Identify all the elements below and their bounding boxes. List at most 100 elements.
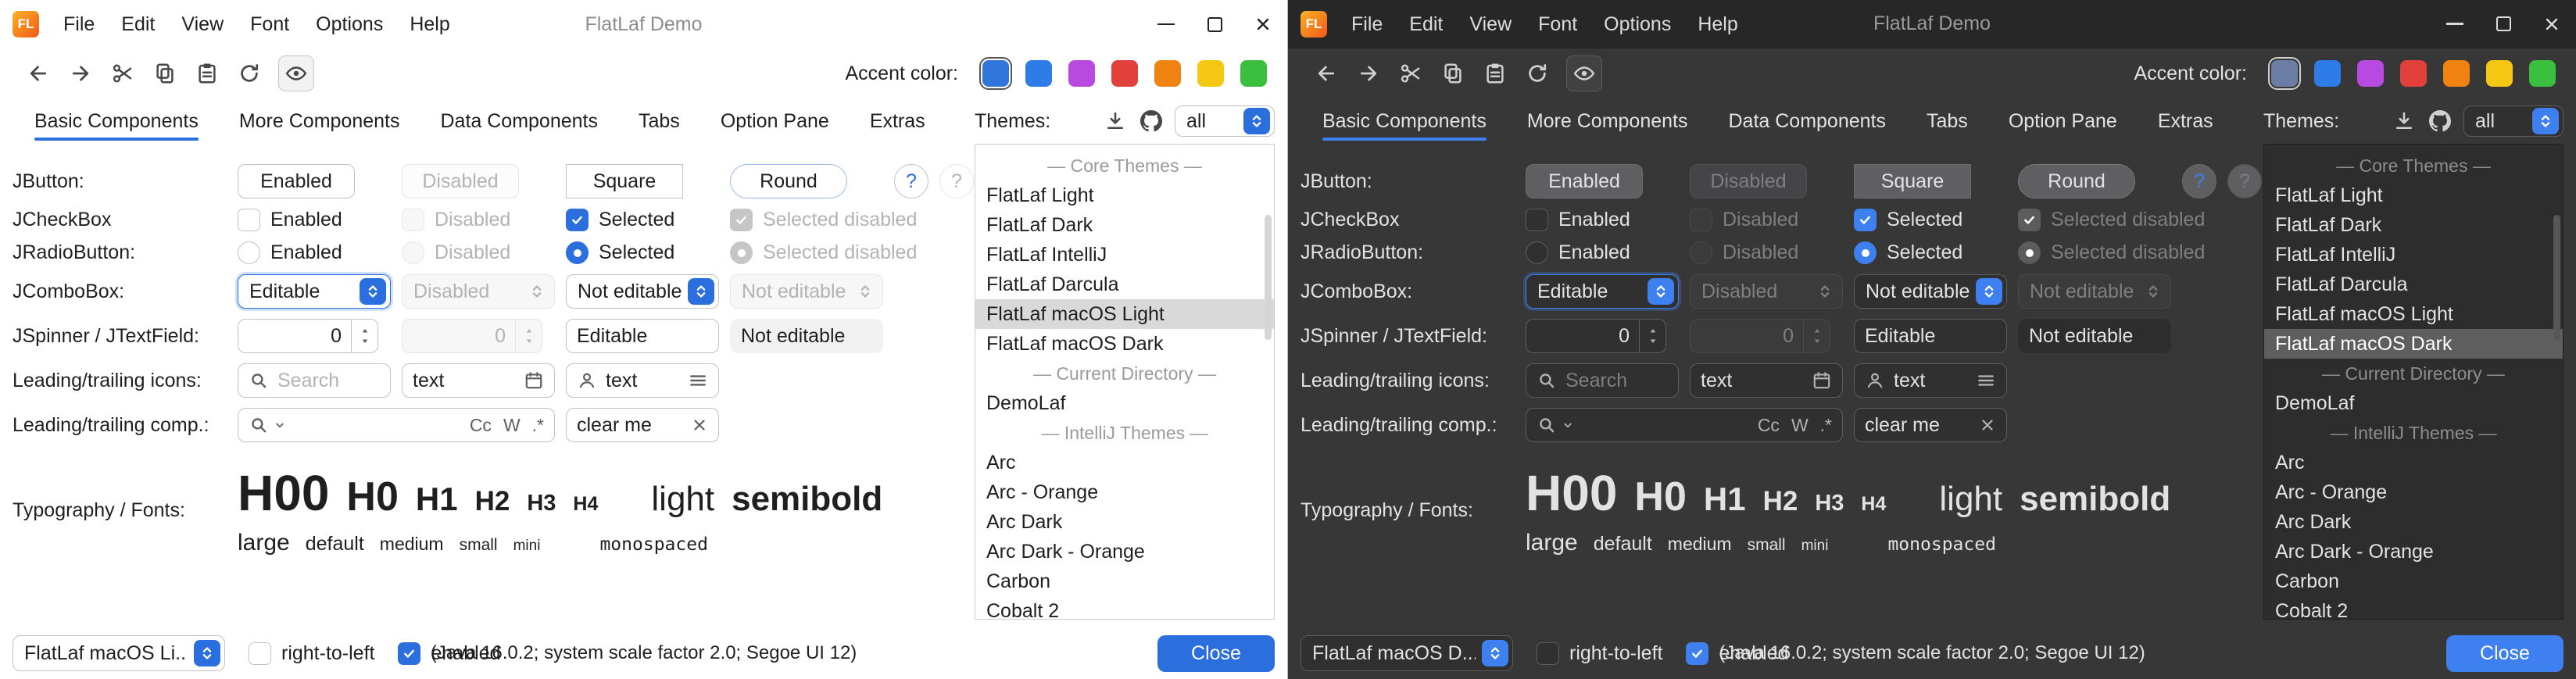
paste-button[interactable] — [1477, 55, 1513, 91]
theme-list-item[interactable]: FlatLaf macOS Light — [2264, 299, 2563, 329]
close-window-button[interactable] — [2528, 0, 2576, 48]
radio-enabled[interactable] — [1526, 241, 1548, 264]
square-button[interactable]: Square — [1854, 164, 1971, 198]
theme-filter-combobox[interactable]: all — [1175, 105, 1275, 137]
theme-list-item[interactable]: FlatLaf Dark — [2264, 210, 2563, 240]
minimize-button[interactable] — [1142, 0, 1190, 48]
search-input[interactable]: Search — [238, 363, 391, 398]
accent-swatch-green[interactable] — [2529, 60, 2556, 87]
themes-scrollbar-thumb[interactable] — [1265, 215, 1272, 340]
right-to-left-checkbox[interactable] — [249, 642, 271, 665]
back-button[interactable] — [1308, 55, 1344, 91]
spinner-arrows[interactable] — [351, 320, 377, 352]
accent-swatch-orange[interactable] — [2443, 60, 2470, 87]
editable-combobox[interactable]: Editable — [1526, 274, 1679, 309]
menu-options[interactable]: Options — [302, 0, 396, 48]
github-button[interactable] — [2428, 109, 2453, 134]
clear-button[interactable] — [1979, 416, 1996, 434]
combobox-chevrons-icon[interactable] — [1482, 640, 1508, 666]
forward-button[interactable] — [63, 55, 98, 91]
spinner-arrows[interactable] — [1639, 320, 1665, 352]
menu-view[interactable]: View — [1456, 0, 1525, 48]
theme-list-item[interactable]: Arc - Orange — [2264, 477, 2563, 507]
search-with-options-input[interactable]: Cc W .* — [238, 408, 555, 442]
radio-selected[interactable] — [1854, 241, 1877, 264]
theme-list-item[interactable]: FlatLaf IntelliJ — [975, 240, 1274, 270]
radio-enabled[interactable] — [238, 241, 260, 264]
editable-textfield[interactable]: Editable — [1854, 319, 2007, 353]
help-button[interactable]: ? — [2182, 164, 2216, 198]
right-to-left-checkbox[interactable] — [1537, 642, 1559, 665]
enabled-checkbox[interactable] — [1686, 642, 1708, 665]
show-hover-toggle-button[interactable] — [1566, 55, 1602, 91]
themes-list[interactable]: Core Themes FlatLaf Light FlatLaf Dark F… — [975, 144, 1275, 620]
tab-tabs[interactable]: Tabs — [639, 98, 680, 144]
tab-option-pane[interactable]: Option Pane — [2009, 98, 2117, 144]
enabled-button[interactable]: Enabled — [238, 164, 355, 198]
tab-extras[interactable]: Extras — [2158, 98, 2213, 144]
accent-swatch-red[interactable] — [1111, 60, 1138, 87]
accent-swatch-red[interactable] — [2400, 60, 2427, 87]
spinner-up-icon[interactable] — [1648, 327, 1658, 336]
combobox-chevrons-icon[interactable] — [194, 640, 220, 666]
round-button[interactable]: Round — [2018, 164, 2135, 198]
spinner-down-icon[interactable] — [360, 336, 370, 345]
theme-list-item[interactable]: FlatLaf IntelliJ — [2264, 240, 2563, 270]
accent-swatch-purple[interactable] — [1068, 60, 1095, 87]
forward-button[interactable] — [1351, 55, 1386, 91]
tab-option-pane[interactable]: Option Pane — [721, 98, 829, 144]
show-hover-toggle-button[interactable] — [278, 55, 314, 91]
theme-list-item[interactable]: FlatLaf Darcula — [2264, 270, 2563, 299]
close-button[interactable]: Close — [1157, 635, 1275, 672]
accent-swatch-yellow[interactable] — [2486, 60, 2513, 87]
maximize-button[interactable] — [2479, 0, 2528, 48]
theme-list-item[interactable]: FlatLaf macOS Light — [975, 299, 1274, 329]
github-button[interactable] — [1139, 109, 1164, 134]
regex-toggle[interactable]: .* — [532, 415, 544, 436]
themes-list[interactable]: Core Themes FlatLaf Light FlatLaf Dark F… — [2263, 144, 2563, 620]
download-themes-button[interactable] — [1103, 109, 1128, 134]
checkbox-selected[interactable] — [1854, 209, 1877, 231]
tab-more-components[interactable]: More Components — [1527, 98, 1688, 144]
spinner[interactable]: 0 — [238, 319, 378, 353]
help-button[interactable]: ? — [894, 164, 928, 198]
combobox-chevrons-icon[interactable] — [1976, 278, 2002, 305]
themes-scrollbar-thumb[interactable] — [2553, 215, 2560, 340]
look-and-feel-combobox[interactable]: FlatLaf macOS Li... — [13, 635, 225, 671]
copy-button[interactable] — [147, 55, 183, 91]
theme-list-item[interactable]: Arc — [975, 448, 1274, 477]
theme-list-item[interactable]: Arc — [2264, 448, 2563, 477]
cut-button[interactable] — [1393, 55, 1429, 91]
cut-button[interactable] — [105, 55, 141, 91]
theme-filter-combobox[interactable]: all — [2463, 105, 2563, 137]
combobox-chevrons-icon[interactable] — [2532, 108, 2559, 134]
refresh-button[interactable] — [1519, 55, 1555, 91]
not-editable-combobox[interactable]: Not editable — [1854, 274, 2007, 309]
maximize-button[interactable] — [1190, 0, 1239, 48]
tab-basic-components[interactable]: Basic Components — [1322, 98, 1487, 144]
list-icon[interactable] — [688, 370, 708, 391]
editable-textfield[interactable]: Editable — [566, 319, 719, 353]
whole-words-toggle[interactable]: W — [503, 415, 521, 436]
enabled-checkbox[interactable] — [398, 642, 420, 665]
minimize-button[interactable] — [2431, 0, 2479, 48]
chevron-down-icon[interactable] — [273, 418, 287, 432]
combobox-chevrons-icon[interactable] — [688, 278, 714, 305]
tab-data-components[interactable]: Data Components — [1728, 98, 1886, 144]
checkbox-enabled[interactable] — [238, 209, 260, 231]
accent-swatch-green[interactable] — [1240, 60, 1267, 87]
theme-list-item[interactable]: FlatLaf Darcula — [975, 270, 1274, 299]
regex-toggle[interactable]: .* — [1820, 415, 1832, 436]
date-textfield[interactable]: text — [402, 363, 555, 398]
paste-button[interactable] — [189, 55, 225, 91]
theme-list-item[interactable]: Cobalt 2 — [2264, 596, 2563, 620]
menu-help[interactable]: Help — [1684, 0, 1751, 48]
clearable-textfield[interactable]: clear me — [566, 408, 719, 442]
theme-list-item[interactable]: Arc Dark — [2264, 507, 2563, 537]
theme-list-item[interactable]: FlatLaf Dark — [975, 210, 1274, 240]
theme-list-item[interactable]: Carbon — [975, 566, 1274, 596]
tab-data-components[interactable]: Data Components — [440, 98, 598, 144]
accent-swatch-default[interactable] — [2271, 60, 2298, 87]
date-textfield[interactable]: text — [1690, 363, 1843, 398]
combobox-chevrons-icon[interactable] — [1243, 108, 1270, 134]
